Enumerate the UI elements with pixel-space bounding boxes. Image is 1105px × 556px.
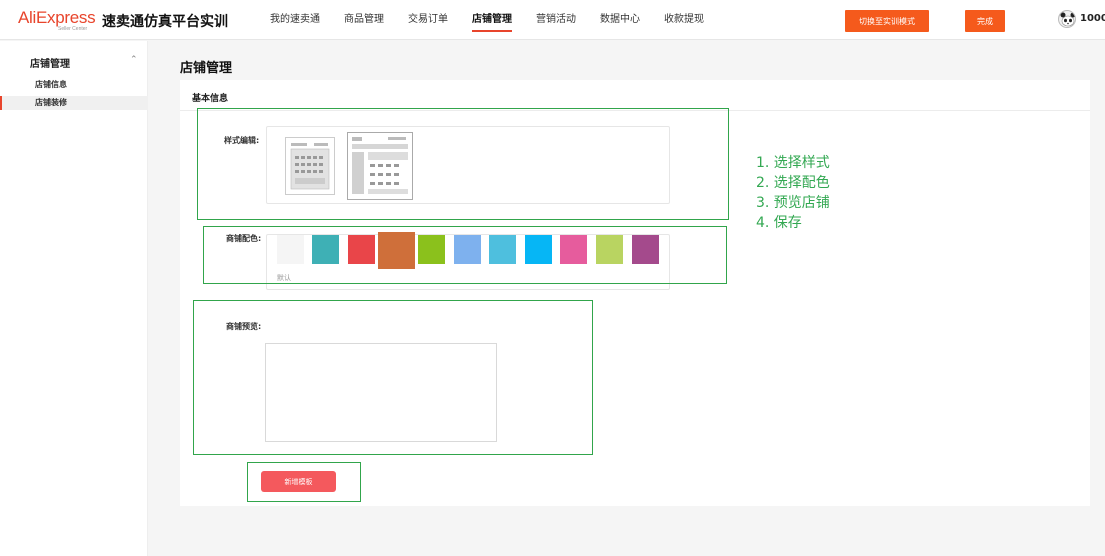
platform-title: 速卖通仿真平台实训 — [102, 14, 228, 30]
sidebar-item-store-info[interactable]: 店铺信息 — [0, 78, 148, 92]
sidebar-item-store-decoration[interactable]: 店铺装修 — [0, 96, 148, 110]
panda-avatar-icon[interactable] — [1058, 10, 1076, 28]
top-bar: AliExpress Seller Center 速卖通仿真平台实训 我的速卖通… — [0, 0, 1105, 40]
nav-marketing[interactable]: 营销活动 — [536, 0, 576, 40]
step-4: 4. 保存 — [756, 215, 802, 231]
annotation-box-save — [247, 462, 361, 502]
section-title: 基本信息 — [192, 94, 229, 104]
step-2: 2. 选择配色 — [756, 175, 830, 191]
done-button[interactable]: 完成 — [965, 10, 1005, 32]
aliexpress-logo[interactable]: AliExpress — [18, 8, 96, 28]
section-header: 基本信息 — [180, 80, 1090, 111]
switch-training-mode-button[interactable]: 切换至实训模式 — [845, 10, 929, 32]
nav-orders[interactable]: 交易订单 — [408, 0, 448, 40]
logo-subtitle: Seller Center — [58, 26, 88, 32]
user-id[interactable]: 10000 — [1080, 13, 1105, 24]
sidebar: 店铺管理 ⌃ 店铺信息 店铺装修 — [0, 41, 148, 556]
chevron-up-icon[interactable]: ⌃ — [130, 55, 138, 65]
step-3: 3. 预览店铺 — [756, 195, 830, 211]
annotation-box-color — [203, 226, 727, 284]
main-nav: 我的速卖通 商品管理 交易订单 店铺管理 营销活动 数据中心 收款提现 — [270, 0, 728, 40]
annotation-box-style — [197, 108, 729, 220]
step-1: 1. 选择样式 — [756, 155, 830, 171]
nav-data-center[interactable]: 数据中心 — [600, 0, 640, 40]
annotation-steps: 1. 选择样式 2. 选择配色 3. 预览店铺 4. 保存 — [756, 153, 830, 233]
nav-payments[interactable]: 收款提现 — [664, 0, 704, 40]
nav-my-aliexpress[interactable]: 我的速卖通 — [270, 0, 320, 40]
page-title: 店铺管理 — [180, 61, 233, 76]
annotation-box-preview — [193, 300, 593, 455]
nav-store-management[interactable]: 店铺管理 — [472, 0, 512, 40]
sidebar-group-store-management[interactable]: 店铺管理 — [30, 55, 70, 70]
nav-product-management[interactable]: 商品管理 — [344, 0, 384, 40]
